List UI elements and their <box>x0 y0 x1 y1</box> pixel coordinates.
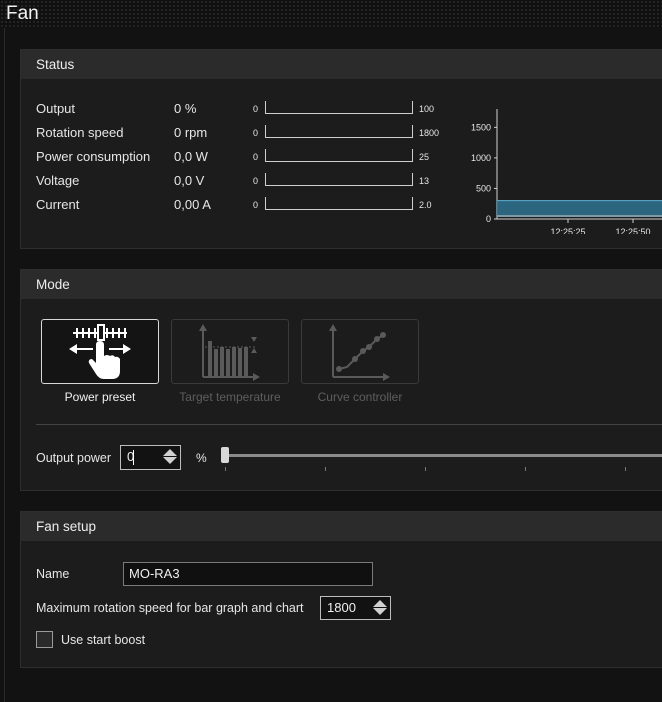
chart-y-tick-label: 1000 <box>471 153 491 163</box>
window-title: Fan <box>6 3 39 24</box>
bar-min: 0 <box>253 200 259 210</box>
name-label: Name <box>36 567 70 581</box>
power-preset-icon <box>69 323 131 379</box>
bar-max: 100 <box>419 104 435 114</box>
status-label: Rotation speed <box>36 125 124 140</box>
output-power-label: Output power <box>36 451 112 465</box>
name-input[interactable]: MO-RA3 <box>123 562 373 586</box>
status-value: 0,00 A <box>174 197 211 212</box>
curve-controller-icon <box>329 323 390 381</box>
stepper-arrows[interactable] <box>163 448 177 465</box>
status-label: Output <box>36 101 76 116</box>
status-value: 0,0 W <box>174 149 208 164</box>
chart-x-tick-label: 12:25:50 <box>615 227 650 234</box>
output-power-slider-thumb[interactable] <box>221 447 229 463</box>
start-boost-label: Use start boost <box>61 633 146 647</box>
chart-area <box>497 200 662 217</box>
start-boost-checkbox[interactable] <box>36 631 53 648</box>
output-bar <box>265 101 413 114</box>
bar-max: 25 <box>419 152 430 162</box>
bar-min: 0 <box>253 128 259 138</box>
chart-x-tick-label: 12:25:25 <box>550 227 585 234</box>
status-label: Power consumption <box>36 149 151 164</box>
chart-y-tick-label: 500 <box>476 183 491 193</box>
increment-icon[interactable] <box>373 600 387 607</box>
status-value: 0 rpm <box>174 125 208 140</box>
output-power-unit: % <box>196 451 207 465</box>
max-speed-value: 1800 <box>327 600 356 615</box>
mode-divider <box>36 424 662 425</box>
decrement-icon[interactable] <box>163 457 177 464</box>
bar-min: 0 <box>253 176 259 186</box>
power-preset-button[interactable] <box>41 319 159 384</box>
target-temperature-icon <box>199 323 260 381</box>
fan-setup-panel: Fan setup Name MO-RA3 Maximum rotation s… <box>20 511 662 668</box>
mode-panel: Mode Power preset Target temperature Cur… <box>20 269 662 491</box>
status-value: 0 % <box>174 101 197 116</box>
decrement-icon[interactable] <box>373 608 387 615</box>
left-border <box>4 28 5 702</box>
status-label: Current <box>36 197 80 212</box>
bar-max: 2.0 <box>419 200 432 210</box>
chart-y-tick-label: 0 <box>486 214 491 224</box>
slider-tick <box>625 467 626 471</box>
slider-tick <box>525 467 526 471</box>
output-power-slider-track[interactable] <box>225 454 662 457</box>
target-temperature-button[interactable] <box>171 319 289 384</box>
max-speed-stepper[interactable]: 1800 <box>320 596 391 620</box>
max-speed-label: Maximum rotation speed for bar graph and… <box>36 601 304 615</box>
output-power-stepper[interactable]: 0 <box>120 445 181 470</box>
slider-tick <box>225 467 226 471</box>
stepper-arrows[interactable] <box>373 599 387 616</box>
mode-label: Curve controller <box>317 390 403 404</box>
rotation-bar <box>265 125 413 138</box>
title-bar: Fan <box>0 0 662 28</box>
increment-icon[interactable] <box>163 449 177 456</box>
rotation-chart: 1500 1000 500 0 12:25:25 12:25:50 <box>471 109 662 234</box>
curve-controller-button[interactable] <box>301 319 419 384</box>
bar-min: 0 <box>253 104 259 114</box>
chart-y-tick-label: 1500 <box>471 122 491 132</box>
mode-label: Target temperature <box>179 390 281 404</box>
status-label: Voltage <box>36 173 80 188</box>
voltage-bar <box>265 173 413 186</box>
text-cursor <box>133 450 134 465</box>
current-bar <box>265 197 413 210</box>
status-header: Status <box>21 50 662 79</box>
slider-tick <box>325 467 326 471</box>
fan-setup-header: Fan setup <box>21 512 662 541</box>
bar-max: 1800 <box>419 128 440 138</box>
bar-min: 0 <box>253 152 259 162</box>
mode-label: Power preset <box>64 390 136 404</box>
status-value: 0,0 V <box>174 173 205 188</box>
bar-max: 13 <box>419 176 430 186</box>
slider-tick <box>425 467 426 471</box>
status-panel: Status Output 0 % 0 100 Rotation speed 0… <box>20 49 662 249</box>
mode-header: Mode <box>21 270 662 299</box>
power-bar <box>265 149 413 162</box>
